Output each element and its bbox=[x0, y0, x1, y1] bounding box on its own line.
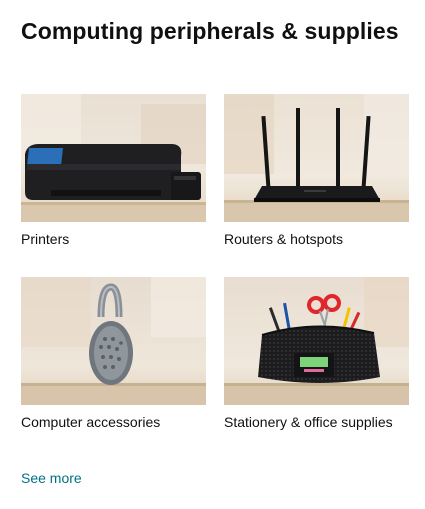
category-tile-routers[interactable]: Routers & hotspots bbox=[224, 94, 409, 250]
tile-label[interactable]: Stationery & office supplies bbox=[224, 411, 409, 433]
router-image[interactable] bbox=[224, 94, 409, 222]
product-category-card: Computing peripherals & supplies Printer… bbox=[0, 0, 425, 509]
tile-label[interactable]: Routers & hotspots bbox=[224, 228, 409, 250]
category-tile-computer-accessories[interactable]: Computer accessories bbox=[21, 277, 206, 433]
tile-label[interactable]: Printers bbox=[21, 228, 206, 250]
printer-image[interactable] bbox=[21, 94, 206, 222]
card-title: Computing peripherals & supplies bbox=[21, 18, 399, 44]
desk-organizer-image[interactable] bbox=[224, 277, 409, 405]
see-more-link[interactable]: See more bbox=[21, 467, 82, 489]
tile-label[interactable]: Computer accessories bbox=[21, 411, 206, 433]
headphones-image[interactable] bbox=[21, 277, 206, 405]
category-tile-stationery[interactable]: Stationery & office supplies bbox=[224, 277, 409, 433]
category-tile-printers[interactable]: Printers bbox=[21, 94, 206, 250]
